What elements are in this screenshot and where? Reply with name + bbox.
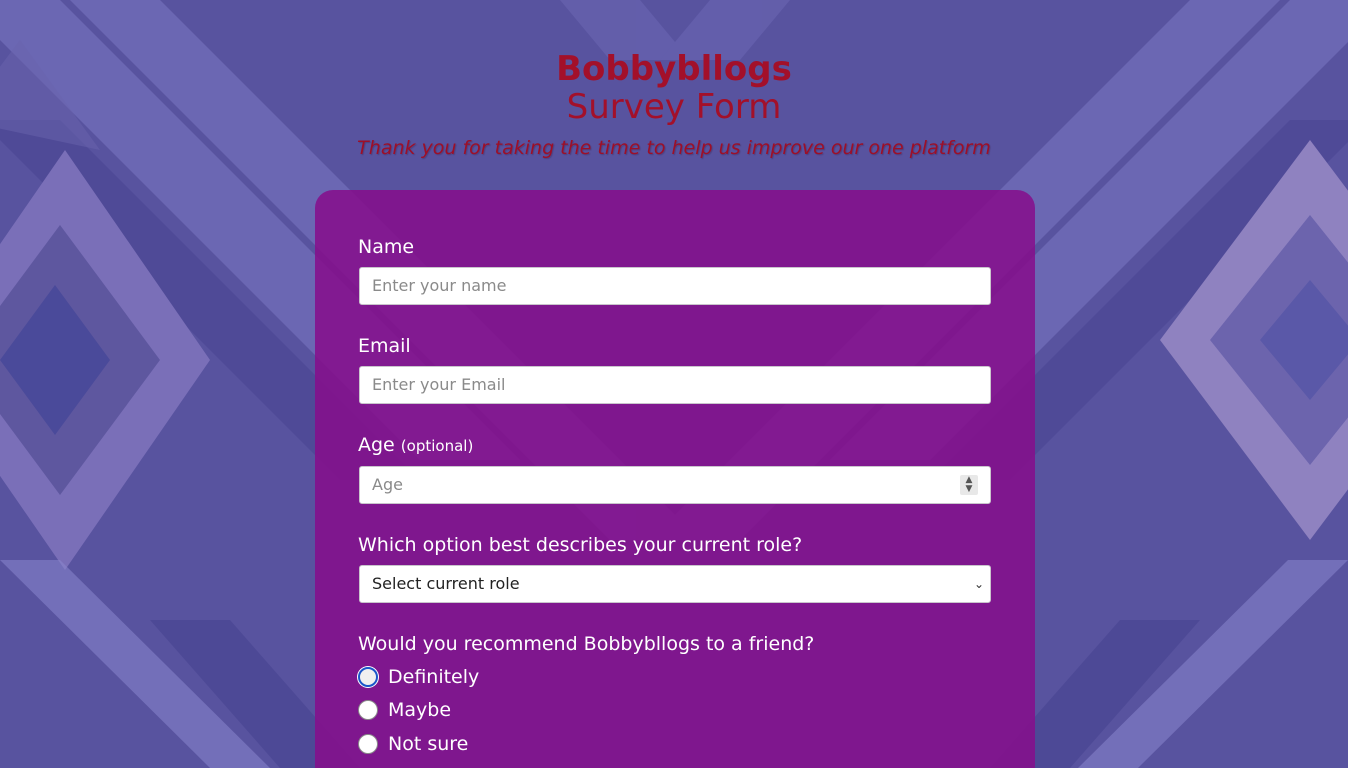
radio-button-not-sure[interactable] bbox=[358, 734, 378, 754]
radio-label-not-sure: Not sure bbox=[388, 733, 469, 755]
email-label: Email bbox=[358, 335, 411, 357]
form-title: Survey Form bbox=[566, 87, 782, 127]
radio-label-definitely: Definitely bbox=[388, 666, 480, 688]
number-spinner-icon[interactable]: ▲ ▼ bbox=[960, 475, 978, 495]
email-input[interactable]: Enter your Email bbox=[359, 366, 991, 404]
age-optional-note: (optional) bbox=[400, 437, 474, 455]
age-input[interactable]: Age ▲ ▼ bbox=[359, 466, 991, 504]
form-description: Thank you for taking the time to help us… bbox=[357, 137, 991, 159]
radio-label-maybe: Maybe bbox=[388, 699, 452, 721]
brand-title: Bobbybllogs bbox=[556, 49, 792, 89]
age-label: Age (optional) bbox=[358, 433, 473, 458]
role-label: Which option best describes your current… bbox=[358, 534, 803, 556]
survey-form: Name Enter your name Email Enter your Em… bbox=[315, 190, 1035, 768]
name-placeholder: Enter your name bbox=[372, 276, 507, 295]
age-label-text: Age bbox=[358, 434, 395, 456]
recommend-label: Would you recommend Bobbybllogs to a fri… bbox=[358, 633, 815, 655]
chevron-down-icon: ⌄ bbox=[973, 577, 984, 591]
name-label: Name bbox=[358, 236, 415, 258]
age-placeholder: Age bbox=[372, 475, 403, 494]
role-select[interactable]: Select current role ⌄ bbox=[359, 565, 991, 603]
radio-button-definitely[interactable] bbox=[358, 667, 378, 687]
role-select-value: Select current role bbox=[372, 574, 520, 593]
name-input[interactable]: Enter your name bbox=[359, 267, 991, 305]
email-placeholder: Enter your Email bbox=[372, 375, 506, 394]
radio-button-maybe[interactable] bbox=[358, 700, 378, 720]
